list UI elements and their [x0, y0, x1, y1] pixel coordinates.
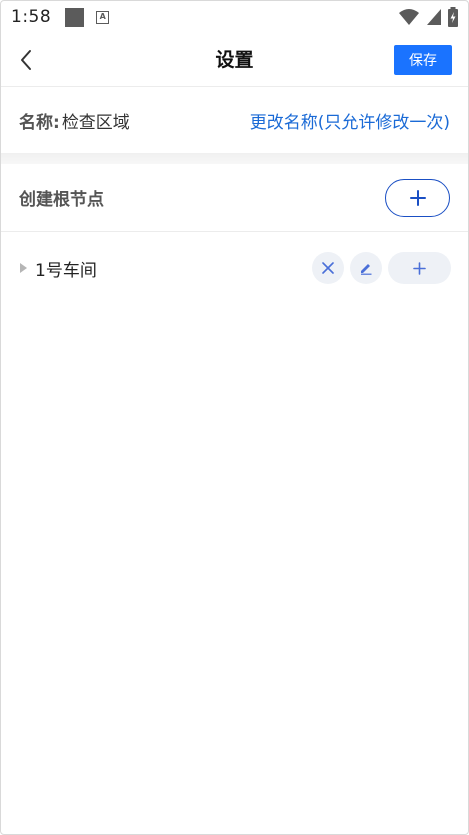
save-button[interactable]: 保存 [394, 45, 452, 75]
close-icon [322, 262, 334, 274]
plus-icon [413, 261, 426, 275]
plus-icon [409, 189, 426, 206]
tree-node-actions [312, 252, 451, 284]
name-label: 名称: [19, 112, 60, 133]
add-root-button[interactable] [385, 178, 450, 217]
signal-icon [427, 9, 441, 25]
delete-node-button[interactable] [312, 252, 344, 284]
add-child-node-button[interactable] [388, 252, 451, 284]
screen: 1:58 A 设置 保存 名称: 检查区域 更改名称(只允许修改一次) 创建根节… [0, 0, 469, 835]
name-value: 检查区域 [61, 112, 130, 133]
status-bar: 1:58 A [1, 1, 468, 33]
rename-link[interactable]: 更改名称(只允许修改一次) [250, 108, 450, 133]
a-badge-icon: A [96, 10, 110, 24]
notification-square-icon [65, 7, 85, 27]
status-icons [398, 7, 458, 27]
edit-icon [361, 264, 372, 275]
status-time: 1:58 [11, 7, 52, 27]
create-root-label: 创建根节点 [19, 190, 104, 210]
caret-right-icon[interactable] [19, 262, 29, 274]
edit-node-button[interactable] [350, 252, 382, 284]
section-divider [1, 153, 468, 164]
nav-bar: 设置 保存 [1, 33, 468, 87]
battery-charging-icon [448, 7, 458, 27]
tree-node[interactable]: 1号车间 [1, 248, 468, 288]
tree-node-label[interactable]: 1号车间 [35, 256, 97, 281]
create-root-row: 创建根节点 [1, 164, 468, 232]
name-row: 名称: 检查区域 更改名称(只允许修改一次) [1, 87, 468, 153]
wifi-icon [399, 9, 419, 25]
